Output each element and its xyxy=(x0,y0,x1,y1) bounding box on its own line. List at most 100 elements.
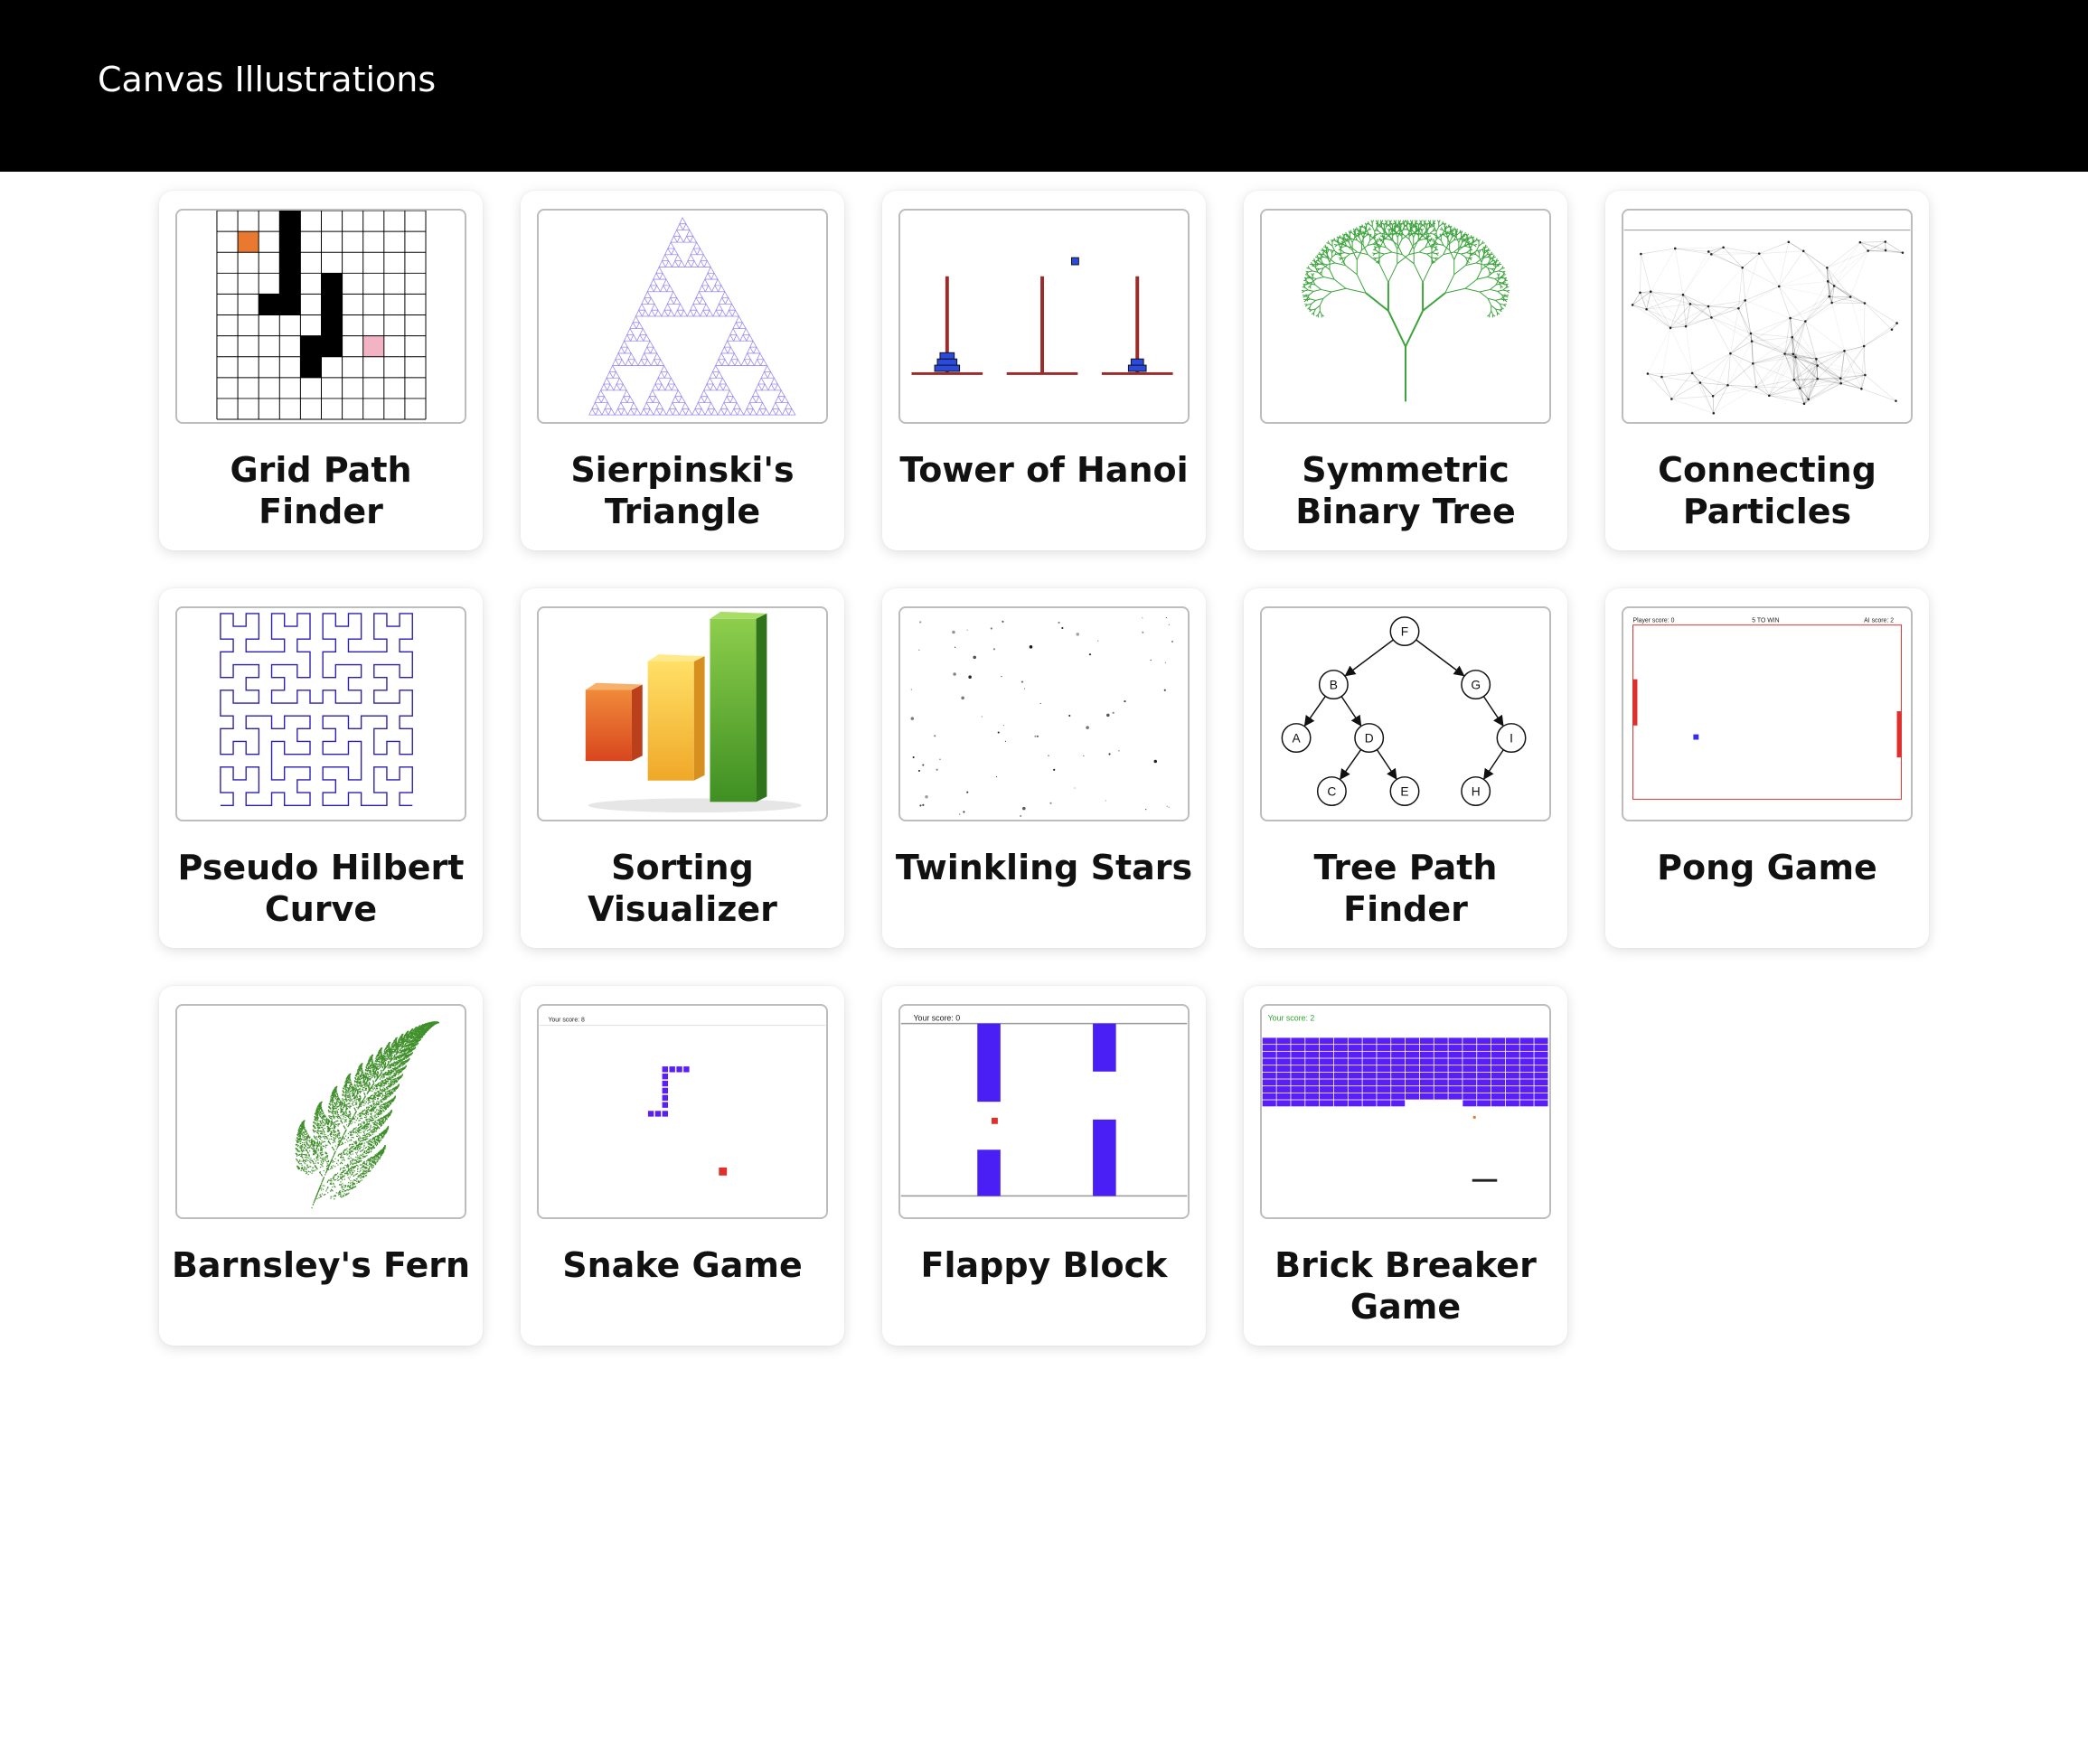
brick xyxy=(1519,1058,1534,1065)
brick xyxy=(1519,1065,1534,1072)
card-flappy-block[interactable]: Your score: 0 Flappy Block xyxy=(882,986,1206,1346)
card-title: Snake Game xyxy=(562,1245,803,1285)
card-tower-of-hanoi[interactable]: Tower of Hanoi xyxy=(882,191,1206,550)
card-connecting-particles[interactable]: Connecting Particles xyxy=(1605,191,1929,550)
brick xyxy=(1391,1072,1406,1079)
pong-right-paddle xyxy=(1896,711,1902,758)
brick xyxy=(1406,1093,1420,1100)
card-symmetric-binary-tree[interactable]: Symmetric Binary Tree xyxy=(1244,191,1567,550)
card-snake-game[interactable]: Your score: 8 Snake Game xyxy=(521,986,844,1346)
brick xyxy=(1305,1100,1320,1107)
brick xyxy=(1333,1045,1348,1051)
brick xyxy=(1519,1045,1534,1051)
brick xyxy=(1534,1058,1548,1065)
brick xyxy=(1491,1065,1506,1072)
bar-green xyxy=(710,611,767,802)
card-pseudo-hilbert-curve[interactable]: Pseudo Hilbert Curve xyxy=(159,588,483,948)
card-title: Flappy Block xyxy=(920,1245,1168,1285)
card-sierpinski-triangle[interactable]: Sierpinski's Triangle xyxy=(521,191,844,550)
card-sorting-visualizer[interactable]: Sorting Visualizer xyxy=(521,588,844,948)
brick xyxy=(1448,1072,1463,1079)
card-title: Grid Path Finder xyxy=(230,450,412,531)
brick xyxy=(1262,1093,1276,1100)
brick xyxy=(1276,1086,1291,1093)
brick xyxy=(1463,1051,1477,1058)
brick xyxy=(1505,1051,1519,1058)
pong-court xyxy=(1632,624,1902,800)
brick xyxy=(1534,1045,1548,1051)
brick xyxy=(1477,1037,1491,1045)
brick xyxy=(1377,1093,1391,1100)
brick xyxy=(1362,1100,1377,1107)
brick xyxy=(1333,1100,1348,1107)
pong-target: 5 TO WIN xyxy=(1752,618,1779,624)
card-tree-path-finder[interactable]: F B G A D I C E H Tree Path Finder xyxy=(1244,588,1567,948)
brick xyxy=(1305,1065,1320,1072)
brick xyxy=(1477,1093,1491,1100)
tree-edge xyxy=(1344,639,1394,677)
card-barnsley-fern[interactable]: Barnsley's Fern xyxy=(159,986,483,1346)
brick xyxy=(1477,1045,1491,1051)
snake-segment xyxy=(675,1065,683,1073)
brick xyxy=(1434,1051,1448,1058)
pong-ai-score: AI score: 2 xyxy=(1864,618,1894,624)
tree-edge xyxy=(1340,749,1362,781)
brick xyxy=(1348,1065,1362,1072)
card-title: Symmetric Binary Tree xyxy=(1295,450,1516,531)
brick xyxy=(1291,1072,1305,1079)
brick xyxy=(1448,1086,1463,1093)
brick xyxy=(1448,1037,1463,1045)
brick xyxy=(1262,1079,1276,1086)
card-twinkling-stars[interactable]: Twinkling Stars xyxy=(882,588,1206,948)
tree-node-label: F xyxy=(1401,624,1408,638)
flappy-score: Your score: 0 xyxy=(913,1014,960,1023)
brick xyxy=(1262,1072,1276,1079)
app-title: Canvas Illustrations xyxy=(98,60,437,99)
brick xyxy=(1377,1100,1391,1107)
tree-node-label: H xyxy=(1472,784,1481,798)
card-grid-path-finder[interactable]: Grid Path Finder xyxy=(159,191,483,550)
brick xyxy=(1419,1079,1434,1086)
brick xyxy=(1491,1079,1506,1086)
brick xyxy=(1362,1065,1377,1072)
tree-node-label: E xyxy=(1400,784,1408,798)
fern-shape xyxy=(295,1021,439,1209)
card-title: Sorting Visualizer xyxy=(588,848,777,929)
brick xyxy=(1305,1086,1320,1093)
brick xyxy=(1406,1037,1420,1045)
brick xyxy=(1262,1100,1276,1107)
brick xyxy=(1477,1058,1491,1065)
flappy-pipe-top xyxy=(1093,1023,1116,1072)
snake-segment xyxy=(654,1110,662,1118)
brick xyxy=(1391,1045,1406,1051)
tree-node-label: C xyxy=(1327,784,1336,798)
hanoi-disk xyxy=(1070,257,1079,266)
brick xyxy=(1377,1079,1391,1086)
brick xyxy=(1377,1058,1391,1065)
card-brick-breaker-game[interactable]: Your score: 2 Brick Breaker Game xyxy=(1244,986,1567,1346)
brick xyxy=(1519,1072,1534,1079)
brick-score: Your score: 2 xyxy=(1268,1014,1315,1023)
header-bar: Canvas Illustrations xyxy=(0,0,2088,172)
brick xyxy=(1463,1072,1477,1079)
grid-wall-cell xyxy=(321,335,343,357)
card-pong-game[interactable]: Player score: 0 5 TO WIN AI score: 2 Pon… xyxy=(1605,588,1929,948)
brick xyxy=(1419,1045,1434,1051)
brick xyxy=(1505,1086,1519,1093)
brick xyxy=(1377,1072,1391,1079)
grid-wall-cell xyxy=(321,294,343,315)
brick xyxy=(1448,1093,1463,1100)
brick xyxy=(1419,1072,1434,1079)
brick xyxy=(1505,1072,1519,1079)
brick xyxy=(1505,1037,1519,1045)
brick xyxy=(1333,1086,1348,1093)
tree-edge xyxy=(1303,696,1326,727)
brick xyxy=(1262,1037,1276,1045)
brick xyxy=(1276,1051,1291,1058)
brick xyxy=(1505,1093,1519,1100)
brick xyxy=(1534,1086,1548,1093)
brick xyxy=(1333,1072,1348,1079)
brick xyxy=(1391,1051,1406,1058)
brick xyxy=(1534,1093,1548,1100)
brick xyxy=(1291,1086,1305,1093)
